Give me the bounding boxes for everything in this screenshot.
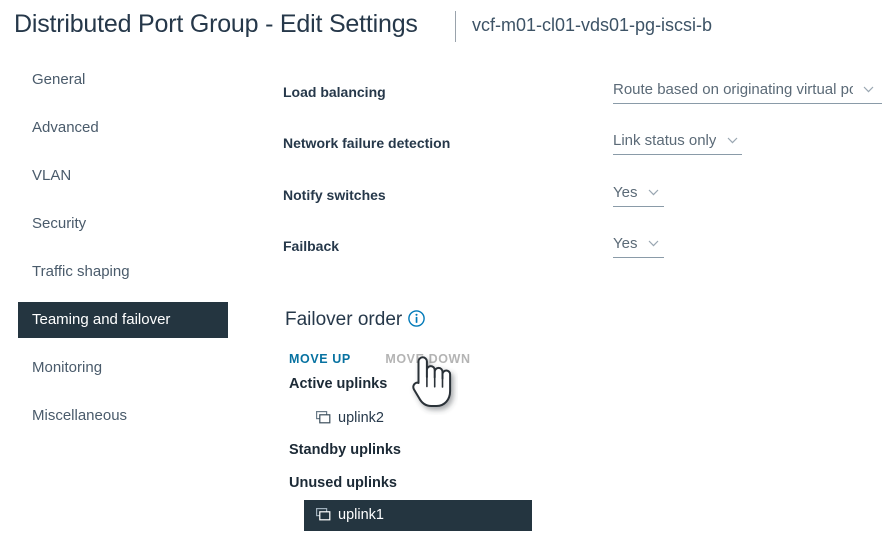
failback-row: Failback Yes — [283, 235, 882, 268]
move-down-button: MOVE DOWN — [385, 352, 471, 366]
load-balancing-label: Load balancing — [283, 84, 386, 100]
list-item[interactable]: uplink1 — [304, 500, 532, 531]
chevron-down-icon — [863, 86, 874, 93]
network-adapter-icon — [316, 410, 331, 424]
settings-main-panel: Load balancing Route based on originatin… — [0, 0, 882, 556]
move-up-button[interactable]: MOVE UP — [289, 352, 351, 366]
failback-select[interactable]: Yes — [613, 233, 664, 258]
network-failure-detection-value: Link status only — [613, 132, 717, 149]
load-balancing-row: Load balancing Route based on originatin… — [283, 81, 882, 114]
failback-label: Failback — [283, 238, 340, 254]
failback-value: Yes — [613, 235, 638, 252]
load-balancing-select[interactable]: Route based on originating virtual port — [613, 79, 882, 104]
chevron-down-icon — [648, 240, 659, 247]
network-adapter-icon — [316, 507, 331, 521]
notify-switches-label: Notify switches — [283, 187, 386, 203]
unused-uplinks-header: Unused uplinks — [289, 475, 397, 491]
standby-uplinks-header: Standby uplinks — [289, 442, 401, 458]
notify-switches-value: Yes — [613, 184, 638, 201]
active-uplinks-header: Active uplinks — [289, 376, 388, 392]
load-balancing-value: Route based on originating virtual port — [613, 81, 853, 98]
network-failure-detection-row: Network failure detection Link status on… — [283, 132, 882, 165]
notify-switches-row: Notify switches Yes — [283, 184, 882, 217]
list-item-label: uplink1 — [338, 507, 384, 523]
chevron-down-icon — [727, 137, 738, 144]
network-failure-detection-select[interactable]: Link status only — [613, 130, 742, 155]
network-failure-detection-label: Network failure detection — [283, 135, 451, 151]
list-item[interactable]: uplink2 — [304, 403, 532, 434]
failover-order-heading: Failover order — [285, 309, 426, 331]
list-item-label: uplink2 — [338, 410, 384, 426]
failover-move-buttons: MOVE UP MOVE DOWN — [289, 350, 471, 366]
chevron-down-icon — [648, 189, 659, 196]
failover-order-title-text: Failover order — [285, 309, 403, 330]
info-circle-icon[interactable] — [408, 310, 426, 328]
notify-switches-select[interactable]: Yes — [613, 182, 664, 207]
